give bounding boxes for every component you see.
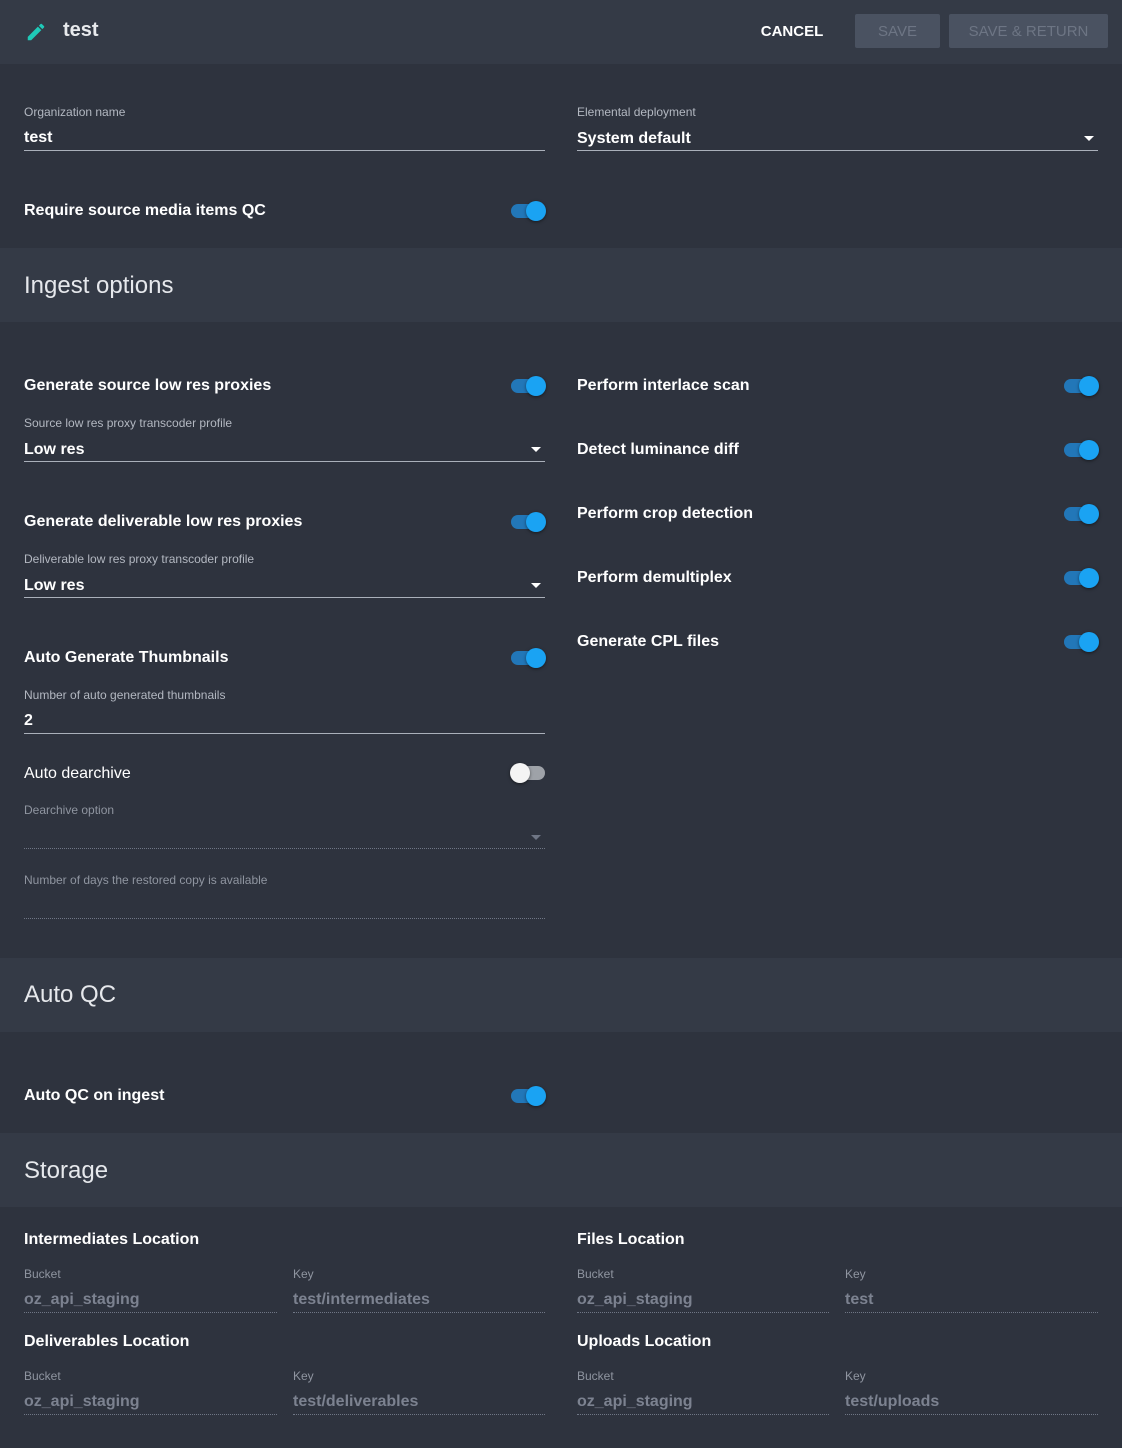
auto-thumbnails-toggle[interactable] [510, 648, 546, 668]
gen-source-proxies-toggle[interactable] [510, 376, 546, 396]
cancel-button[interactable]: CANCEL [742, 14, 842, 48]
caret-down-icon[interactable] [531, 447, 541, 452]
demultiplex-toggle[interactable] [1063, 568, 1099, 588]
auto-dearchive-label: Auto dearchive [24, 765, 131, 782]
uploads-title: Uploads Location [577, 1333, 712, 1350]
elemental-select[interactable]: System default [577, 130, 691, 148]
crop-detection-toggle[interactable] [1063, 504, 1099, 524]
caret-down-icon[interactable] [1084, 136, 1094, 141]
files-key-label: Key [845, 1267, 866, 1281]
deliverables-bucket-underline [24, 1414, 277, 1415]
ingest-section-title: Ingest options [24, 272, 174, 299]
auto-dearchive-toggle[interactable] [510, 763, 546, 783]
intermediates-bucket-input[interactable]: oz_api_staging [24, 1291, 140, 1309]
cpl-files-label: Generate CPL files [577, 633, 719, 650]
require-qc-toggle[interactable] [510, 201, 546, 221]
page-title: test [63, 19, 99, 41]
dearchive-option-label: Dearchive option [24, 803, 115, 817]
luminance-diff-toggle[interactable] [1063, 440, 1099, 460]
intermediates-title: Intermediates Location [24, 1231, 200, 1248]
files-bucket-underline [577, 1312, 829, 1313]
restored-days-input[interactable] [24, 918, 545, 919]
deliverable-profile-select[interactable]: Low res [24, 577, 84, 595]
cpl-files-toggle[interactable] [1063, 632, 1099, 652]
deliverables-bucket-input[interactable]: oz_api_staging [24, 1393, 140, 1411]
require-qc-label: Require source media items QC [24, 202, 266, 219]
num-thumbnails-underline [24, 733, 545, 734]
files-bucket-label: Bucket [577, 1267, 614, 1281]
uploads-key-underline [845, 1414, 1098, 1415]
deliverables-bucket-label: Bucket [24, 1369, 61, 1383]
org-name-input[interactable]: test [24, 129, 52, 147]
autoqc-section-header [0, 958, 1122, 1032]
num-thumbnails-label: Number of auto generated thumbnails [24, 688, 226, 702]
deliverables-key-input[interactable]: test/deliverables [293, 1393, 418, 1411]
files-title: Files Location [577, 1231, 685, 1248]
uploads-bucket-underline [577, 1414, 829, 1415]
intermediates-key-input[interactable]: test/intermediates [293, 1291, 430, 1309]
elemental-underline [577, 150, 1098, 151]
pencil-icon [27, 23, 45, 41]
deliverables-key-label: Key [293, 1369, 314, 1383]
autoqc-ingest-toggle[interactable] [510, 1086, 546, 1106]
dearchive-option-select[interactable] [24, 848, 545, 849]
luminance-diff-label: Detect luminance diff [577, 441, 739, 458]
uploads-key-input[interactable]: test/uploads [845, 1393, 939, 1411]
intermediates-bucket-label: Bucket [24, 1267, 61, 1281]
files-key-input[interactable]: test [845, 1291, 873, 1309]
elemental-label: Elemental deployment [577, 105, 696, 119]
gen-deliverable-proxies-label: Generate deliverable low res proxies [24, 513, 303, 530]
autoqc-ingest-label: Auto QC on ingest [24, 1087, 165, 1104]
storage-section-header [0, 1133, 1122, 1207]
intermediates-key-underline [293, 1312, 545, 1313]
caret-down-icon[interactable] [531, 583, 541, 588]
source-profile-select[interactable]: Low res [24, 441, 84, 459]
interlace-scan-label: Perform interlace scan [577, 377, 750, 394]
intermediates-bucket-underline [24, 1312, 277, 1313]
caret-down-icon[interactable] [531, 835, 541, 840]
files-key-underline [845, 1312, 1098, 1313]
save-button[interactable]: SAVE [855, 14, 940, 48]
files-bucket-input[interactable]: oz_api_staging [577, 1291, 693, 1309]
demultiplex-label: Perform demultiplex [577, 569, 732, 586]
crop-detection-label: Perform crop detection [577, 505, 754, 522]
interlace-scan-toggle[interactable] [1063, 376, 1099, 396]
deliverables-title: Deliverables Location [24, 1333, 190, 1350]
num-thumbnails-input[interactable]: 2 [24, 712, 33, 730]
gen-deliverable-proxies-toggle[interactable] [510, 512, 546, 532]
uploads-bucket-label: Bucket [577, 1369, 614, 1383]
gen-source-proxies-label: Generate source low res proxies [24, 377, 272, 394]
deliverable-profile-label: Deliverable low res proxy transcoder pro… [24, 552, 255, 566]
org-name-underline [24, 150, 545, 151]
auto-thumbnails-label: Auto Generate Thumbnails [24, 649, 229, 666]
uploads-key-label: Key [845, 1369, 866, 1383]
deliverables-key-underline [293, 1414, 545, 1415]
save-return-button[interactable]: SAVE & RETURN [949, 14, 1108, 48]
intermediates-key-label: Key [293, 1267, 314, 1281]
autoqc-section-title: Auto QC [24, 981, 117, 1008]
source-profile-label: Source low res proxy transcoder profile [24, 416, 233, 430]
restored-days-label: Number of days the restored copy is avai… [24, 873, 268, 887]
source-profile-underline [24, 461, 545, 462]
org-name-label: Organization name [24, 105, 126, 119]
deliverable-profile-underline [24, 597, 545, 598]
uploads-bucket-input[interactable]: oz_api_staging [577, 1393, 693, 1411]
storage-section-title: Storage [24, 1157, 109, 1184]
